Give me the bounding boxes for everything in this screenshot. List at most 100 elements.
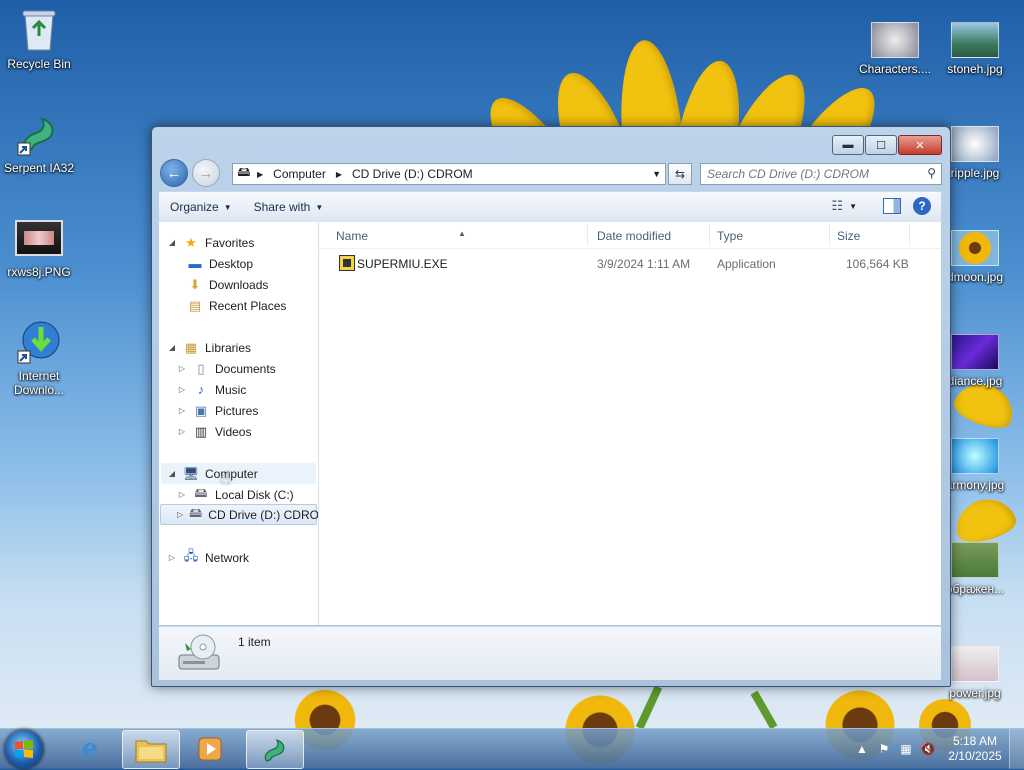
navigation-pane: ◢ ★ Favorites ▬ Desktop ⬇ Downloads ▤ Re… [159,222,319,625]
address-bar[interactable]: 🖴 ▶ Computer ▶ CD Drive (D:) CDROM ▼ [232,163,666,185]
system-tray: ▲ ⚑ ▦ 🔇 5:18 AM 2/10/2025 [851,729,1024,769]
expand-icon[interactable]: ▷ [177,490,187,499]
show-hidden-icons-button[interactable]: ▲ [851,741,873,757]
nav-item-pictures[interactable]: ▷ ▣ Pictures [177,400,258,421]
nav-label: Desktop [209,256,254,271]
hand-cursor-icon: ☝ [220,468,231,488]
preview-pane-button[interactable] [883,198,901,214]
desktop-icon-characters[interactable]: Characters.... [856,14,934,76]
nav-network[interactable]: ▷ 🖧 Network [167,547,249,568]
expand-icon[interactable]: ▷ [177,385,187,394]
address-dropdown-icon[interactable]: ▼ [652,169,661,179]
search-input[interactable] [701,166,919,182]
expand-icon[interactable]: ▷ [177,406,187,415]
nav-item-videos[interactable]: ▷ ▥ Videos [177,421,252,442]
clock-time: 5:18 AM [952,734,998,748]
expand-icon[interactable]: ◢ [167,469,177,478]
expand-icon[interactable]: ▷ [167,553,177,562]
refresh-button[interactable]: ⇆ [668,163,692,185]
desktop-icon-label: stoneh.jpg [947,62,1003,76]
nav-label: Network [205,550,250,565]
recent-places-icon: ▤ [188,297,202,313]
share-with-button[interactable]: Share with ▼ [243,200,335,214]
serpent-dragon-icon [15,110,63,158]
chevron-down-icon: ▼ [849,201,857,211]
media-player-icon [198,737,222,760]
volume-muted-icon[interactable]: 🔇 [917,741,939,757]
column-header-date[interactable]: Date modified [597,229,671,243]
hard-disk-icon: 🖴 [194,484,208,500]
forward-arrow-icon: → [198,164,214,182]
taskbar: e ▲ ⚑ ▦ 🔇 5:18 AM 2/10/2025 [0,728,1024,769]
view-options-button[interactable]: ☷ ▼ [831,198,857,214]
desktop-icon-serpent[interactable]: Serpent IA32 [0,110,78,175]
help-button[interactable]: ? [913,197,931,215]
nav-item-local-disk[interactable]: ▷ 🖴 Local Disk (C:) [177,484,294,505]
maximize-button[interactable]: ☐ [865,135,897,155]
organize-label: Organize [170,200,219,214]
column-header-type[interactable]: Type [717,229,743,243]
breadcrumb-computer[interactable]: Computer [268,167,331,181]
chevron-down-icon: ▼ [315,202,324,212]
nav-item-downloads[interactable]: ⬇ Downloads [187,274,269,295]
sort-ascending-icon: ▲ [458,229,466,238]
taskbar-serpent[interactable] [246,730,304,769]
desktop-icon-internet-download-manager[interactable]: Internet Downlo... [0,318,78,397]
organize-button[interactable]: Organize ▼ [159,200,243,214]
nav-item-desktop[interactable]: ▬ Desktop [187,253,254,274]
desktop-icon-stoneh[interactable]: stoneh.jpg [936,14,1014,76]
desktop-icon-recycle-bin[interactable]: Recycle Bin [0,6,78,71]
image-thumbnail-icon [951,22,999,58]
caption-buttons: ▬ ☐ ✕ [832,135,942,155]
clock[interactable]: 5:18 AM 2/10/2025 [945,734,1005,764]
nav-label: Libraries [205,340,252,355]
libraries-icon: ▦ [184,339,198,355]
application-exe-icon [339,255,355,271]
taskbar-windows-explorer[interactable] [122,730,180,769]
videos-icon: ▥ [194,423,208,439]
back-arrow-icon: ← [166,164,182,182]
expand-icon[interactable]: ◢ [167,238,177,247]
image-thumbnail-icon [951,334,999,370]
taskbar-internet-explorer[interactable]: e [62,730,118,767]
nav-label: Local Disk (C:) [215,487,294,502]
serpent-dragon-icon [264,738,285,762]
show-desktop-button[interactable] [1009,729,1024,769]
refresh-icon: ⇆ [674,167,686,181]
expand-icon[interactable]: ▷ [177,364,187,373]
file-type: Application [717,257,776,271]
start-button[interactable] [5,730,43,768]
search-box[interactable]: ⚲ [700,163,942,185]
forward-button[interactable]: → [192,159,220,187]
nav-item-music[interactable]: ▷ ♪ Music [177,379,246,400]
nav-item-documents[interactable]: ▷ ▯ Documents [177,358,276,379]
folder-icon [135,740,167,762]
desktop-icon-label: power.jpg [949,686,1001,700]
command-bar: Organize ▼ Share with ▼ ☷ ▼ ? [159,191,941,222]
nav-favorites[interactable]: ◢ ★ Favorites [167,232,254,253]
expand-icon[interactable]: ◢ [167,343,177,352]
back-button[interactable]: ← [160,159,188,187]
close-button[interactable]: ✕ [898,135,942,155]
computer-icon: 🖥 [182,465,200,481]
expand-icon[interactable]: ▷ [177,510,183,519]
explorer-window: ▬ ☐ ✕ ← → 🖴 ▶ Computer ▶ CD Drive (D:) C… [151,126,951,687]
action-center-flag-icon[interactable]: ⚑ [873,741,895,757]
nav-item-cd-drive[interactable]: ▷ 🖴 CD Drive (D:) CDROM [160,504,319,525]
minimize-button[interactable]: ▬ [832,135,864,155]
nav-item-recent-places[interactable]: ▤ Recent Places [187,295,287,316]
nav-label: CD Drive (D:) CDROM [208,507,319,522]
file-row[interactable]: SUPERMIU.EXE 3/9/2024 1:11 AM Applicatio… [319,254,941,274]
file-size: 106,564 KB [846,257,909,271]
network-status-icon[interactable]: ▦ [895,741,917,757]
desktop-icon-label: Internet Downlo... [13,369,65,397]
desktop-icon-rxws8j[interactable]: rxws8j.PNG [0,214,78,279]
column-header-size[interactable]: Size [837,229,860,243]
breadcrumb-cd-drive[interactable]: CD Drive (D:) CDROM [347,167,478,181]
expand-icon[interactable]: ▷ [177,427,187,436]
nav-libraries[interactable]: ◢ ▦ Libraries [167,337,251,358]
nav-computer[interactable]: ◢ 🖥 Computer [161,463,316,484]
column-header-name[interactable]: Name [336,229,368,243]
image-thumbnail-icon [871,22,919,58]
taskbar-media-player[interactable] [182,730,238,767]
